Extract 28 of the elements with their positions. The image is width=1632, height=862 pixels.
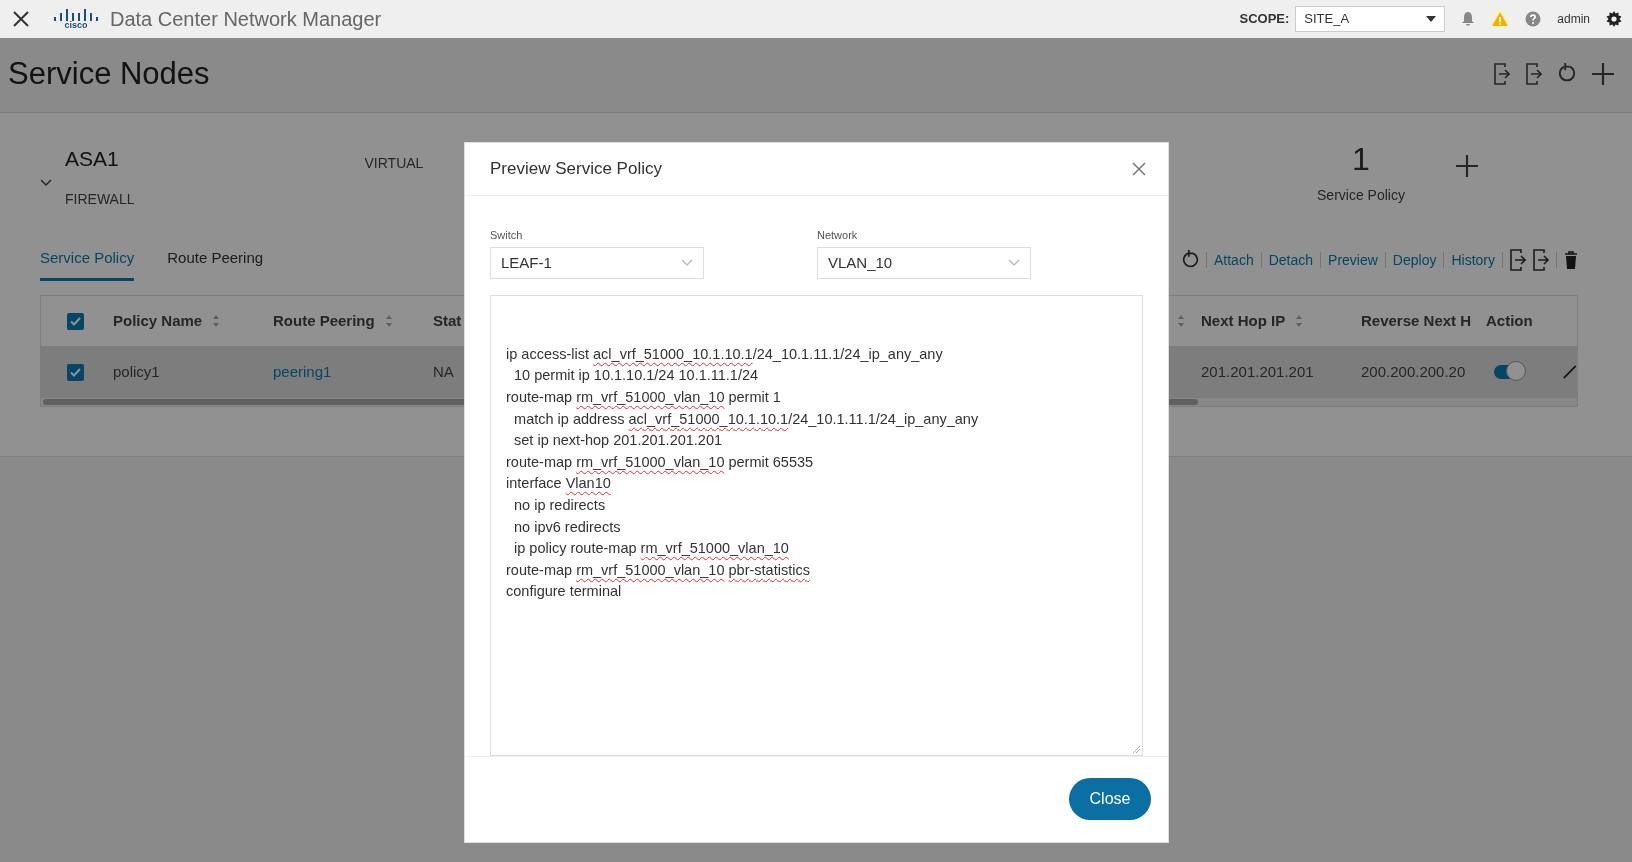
code-line: set ip next-hop 201.201.201.201 (513, 431, 724, 451)
field-label: Network (817, 228, 858, 244)
policy-count: 1 (1352, 143, 1370, 175)
code-line: no ipv6 redirects (513, 517, 622, 537)
page-title: Service Nodes (8, 55, 210, 93)
logo-text: cisco (64, 20, 88, 30)
policy-count-label: Service Policy (1317, 186, 1405, 205)
table-cell-text: policy1 (113, 361, 160, 382)
node-type: FIREWALL (65, 189, 135, 209)
scope-label: SCOPE: (1239, 10, 1290, 29)
code-line: route-map rm_vrf_51000_vlan_10 pbr-statistics (506, 560, 811, 580)
code-line: configure terminal (506, 582, 623, 602)
table-cell-text: 200.200.200.20 (1361, 361, 1466, 382)
code-line: route-map rm_vrf_51000_vlan_10 permit 1 (506, 388, 782, 408)
code-line: route-map rm_vrf_51000_vlan_10 permit 65535 (506, 452, 815, 472)
code-line: 10 permit ip 10.1.10.1/24 10.1.11.1/24 (513, 366, 760, 386)
node-mode: VIRTUAL (364, 154, 424, 173)
code-line: match ip address acl_vrf_51000_10.1.10.1/24_10.1.11.1/24_ip_any_any (513, 409, 980, 429)
table-cell-text: 201.201.201.201 (1201, 361, 1314, 382)
code-line: interface Vlan10 (506, 474, 612, 494)
dialog-title: Preview Service Policy (490, 158, 662, 181)
node-name: ASA1 (65, 146, 120, 172)
code-line: ip policy route-map rm_vrf_51000_vlan_10 (513, 539, 790, 559)
table-cell-text: NA (433, 361, 454, 382)
app-title: Data Center Network Manager (110, 7, 382, 32)
field-label: Switch (490, 228, 523, 244)
code-line: ip access-list acl_vrf_51000_10.1.10.1/24_10.1.11.1/24_ip_any_any (506, 344, 944, 364)
code-line: no ip redirects (513, 496, 607, 516)
